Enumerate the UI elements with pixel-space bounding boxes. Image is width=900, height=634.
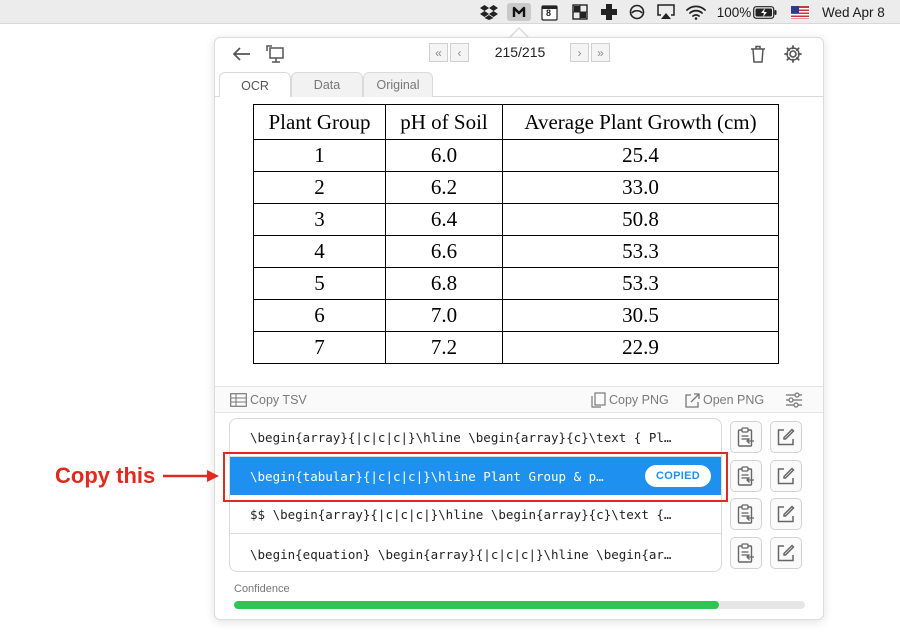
paste-into-editor-icon[interactable] xyxy=(730,421,762,453)
table-cell: 7.0 xyxy=(385,299,503,332)
table-cell: 5 xyxy=(253,267,386,300)
table-cell: 3 xyxy=(253,203,386,236)
battery-icon[interactable] xyxy=(752,3,778,21)
table-cell: 53.3 xyxy=(502,235,779,268)
table-cell: 30.5 xyxy=(502,299,779,332)
circle-slash-icon[interactable] xyxy=(627,3,647,21)
table-cell: 6.6 xyxy=(385,235,503,268)
table-cell: 1 xyxy=(253,139,386,172)
first-page-button[interactable]: « xyxy=(429,43,448,62)
plus-cross-icon[interactable] xyxy=(598,3,620,21)
table-row: 6 7.0 30.5 xyxy=(253,299,779,332)
window-grid-icon[interactable] xyxy=(570,3,590,21)
calendar-day: 8 xyxy=(546,8,552,18)
last-page-button[interactable]: » xyxy=(591,43,610,62)
table-cell: 6 xyxy=(253,299,386,332)
page-counter: 215/215 xyxy=(494,44,546,60)
mathpix-icon[interactable] xyxy=(507,3,531,21)
table-cell: 25.4 xyxy=(502,139,779,172)
table-cell: 6.2 xyxy=(385,171,503,204)
copy-icon xyxy=(591,392,606,408)
copy-png-button[interactable]: Copy PNG xyxy=(591,392,669,408)
table-row: 2 6.2 33.0 xyxy=(253,171,779,204)
copy-tsv-label: Copy TSV xyxy=(250,393,307,407)
data-table: Plant Group pH of Soil Average Plant Gro… xyxy=(253,104,779,364)
copy-png-label: Copy PNG xyxy=(609,393,669,407)
result-text: $$ \begin{array}{|c|c|c|}\hline \begin{a… xyxy=(250,507,672,522)
airplay-icon[interactable] xyxy=(655,3,677,21)
wifi-icon[interactable] xyxy=(685,3,707,21)
back-arrow-icon[interactable] xyxy=(231,44,253,64)
table-icon xyxy=(230,393,247,407)
table-cell: 22.9 xyxy=(502,331,779,364)
copy-tsv-button[interactable]: Copy TSV xyxy=(230,392,307,408)
confidence-bar-fill xyxy=(234,601,720,609)
table-cell: 4 xyxy=(253,235,386,268)
open-png-button[interactable]: Open PNG xyxy=(685,392,764,408)
tab-original[interactable]: Original xyxy=(363,72,433,97)
trash-icon[interactable] xyxy=(747,44,769,64)
gear-icon[interactable] xyxy=(782,44,804,64)
paste-into-editor-icon[interactable] xyxy=(730,536,762,569)
confidence-bar xyxy=(234,601,805,609)
action-bar: Copy TSV Copy PNG Open PNG xyxy=(215,386,823,413)
ocr-preview: Plant Group pH of Soil Average Plant Gro… xyxy=(215,97,823,385)
open-png-label: Open PNG xyxy=(703,393,765,407)
table-cell: 2 xyxy=(253,171,386,204)
mathpix-popover: « ‹ 215/215 › » OCR Data Original Plant … xyxy=(214,37,824,620)
table-header-cell: pH of Soil xyxy=(385,104,503,140)
edit-icon[interactable] xyxy=(770,498,802,530)
table-row: 7 7.2 22.9 xyxy=(253,331,779,364)
annotation-arrow-icon xyxy=(163,470,219,482)
calendar-icon[interactable]: 8 xyxy=(539,3,559,21)
result-text: \begin{array}{|c|c|c|}\hline \begin{arra… xyxy=(250,430,672,445)
us-flag-icon[interactable] xyxy=(790,3,810,21)
menu-bar: 8 100% Wed Apr 8 xyxy=(0,0,900,24)
table-cell: 6.8 xyxy=(385,267,503,300)
paste-into-editor-icon[interactable] xyxy=(730,498,762,530)
paste-into-editor-icon[interactable] xyxy=(730,459,762,492)
menu-clock[interactable]: Wed Apr 8 xyxy=(822,3,894,21)
dropbox-icon[interactable] xyxy=(479,3,499,21)
result-text: \begin{equation} \begin{array}{|c|c|c|}\… xyxy=(250,546,672,562)
prev-page-button[interactable]: ‹ xyxy=(450,43,469,62)
table-row: 5 6.8 53.3 xyxy=(253,267,779,300)
table-row: 1 6.0 25.4 xyxy=(253,139,779,172)
table-cell: 6.0 xyxy=(385,139,503,172)
table-cell: 53.3 xyxy=(502,267,779,300)
confidence-label: Confidence xyxy=(234,583,290,595)
annotation-highlight-box xyxy=(223,452,728,502)
table-cell: 50.8 xyxy=(502,203,779,236)
screen-capture-icon[interactable] xyxy=(265,44,287,64)
edit-icon[interactable] xyxy=(770,536,802,569)
external-link-icon xyxy=(685,392,700,408)
annotation-label: Copy this xyxy=(55,463,156,488)
sliders-icon[interactable] xyxy=(785,392,806,408)
edit-icon[interactable] xyxy=(770,421,802,453)
table-cell: 6.4 xyxy=(385,203,503,236)
toolbar: « ‹ 215/215 › » xyxy=(215,38,823,70)
table-row: 3 6.4 50.8 xyxy=(253,203,779,236)
battery-percentage: 100% xyxy=(716,4,752,20)
tab-ocr[interactable]: OCR xyxy=(219,72,291,98)
result-row[interactable]: \begin{equation} \begin{array}{|c|c|c|}\… xyxy=(230,535,721,571)
edit-icon[interactable] xyxy=(770,459,802,492)
table-cell: 7 xyxy=(253,331,386,364)
table-cell: 33.0 xyxy=(502,171,779,204)
tab-data[interactable]: Data xyxy=(291,72,363,97)
next-page-button[interactable]: › xyxy=(570,43,589,62)
table-header-row: Plant Group pH of Soil Average Plant Gro… xyxy=(253,104,779,140)
tab-bar: OCR Data Original xyxy=(215,70,823,98)
table-header-cell: Average Plant Growth (cm) xyxy=(502,104,779,140)
table-cell: 7.2 xyxy=(385,331,503,364)
table-row: 4 6.6 53.3 xyxy=(253,235,779,268)
table-header-cell: Plant Group xyxy=(253,104,386,140)
